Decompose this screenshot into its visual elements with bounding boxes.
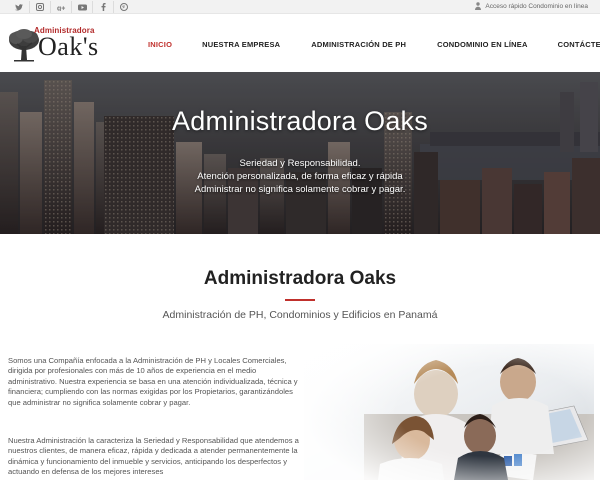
separator <box>92 1 93 13</box>
hero-line-3: Administrar no significa solamente cobra… <box>194 184 406 195</box>
intro-paragraph: Somos una Compañía enfocada a la Adminis… <box>8 356 298 407</box>
instagram-icon[interactable] <box>31 1 49 13</box>
nav-item-inicio[interactable]: INICIO <box>148 40 172 49</box>
hero-title: Administradora Oaks <box>172 106 428 136</box>
youtube-icon[interactable] <box>73 1 91 13</box>
separator <box>71 1 72 13</box>
team-meeting-photo <box>304 344 594 480</box>
hero-line-2: Atención personalizada, de forma eficaz … <box>197 171 403 182</box>
separator <box>29 1 30 13</box>
city-skyline-image <box>0 72 600 234</box>
separator <box>113 1 114 13</box>
main-nav: INICIO NUESTRA EMPRESA ADMINISTRACIÓN DE… <box>148 40 600 49</box>
nav-item-contactenos[interactable]: CONTÁCTENOS <box>558 40 600 49</box>
page-title: Administradora Oaks <box>203 268 397 289</box>
separator <box>50 1 51 13</box>
second-paragraph: Nuestra Administración la caracteriza la… <box>8 436 299 477</box>
social-links: g+ <box>10 1 133 13</box>
nav-item-administracion-ph[interactable]: ADMINISTRACIÓN DE PH <box>311 40 406 49</box>
page-subtitle: Administración de PH, Condominios y Edif… <box>162 309 438 321</box>
site-header: Administradora Oak's INICIO NUESTRA EMPR… <box>0 14 600 72</box>
svg-text:g+: g+ <box>57 5 65 11</box>
quick-access-label: Acceso rápido Condominio en línea <box>485 2 588 10</box>
logo-wordmark: Oak's <box>38 32 99 61</box>
user-icon <box>475 2 482 10</box>
title-divider <box>285 299 315 301</box>
google-plus-icon[interactable]: g+ <box>52 1 70 13</box>
top-bar: g+ Acceso rápido Condominio en línea <box>0 0 600 14</box>
logo[interactable]: Administradora Oak's <box>8 26 98 66</box>
hero-line-1: Seriedad y Responsabilidad. <box>239 158 361 169</box>
twitter-icon[interactable] <box>10 1 28 13</box>
pinterest-icon[interactable] <box>115 1 133 13</box>
hero-banner: Administradora Oaks Seriedad y Responsab… <box>0 72 600 234</box>
facebook-icon[interactable] <box>94 1 112 13</box>
nav-item-nuestra-empresa[interactable]: NUESTRA EMPRESA <box>202 40 280 49</box>
quick-access-link[interactable]: Acceso rápido Condominio en línea <box>475 2 588 10</box>
nav-item-condominio-en-linea[interactable]: CONDOMINIO EN LÍNEA <box>437 40 527 49</box>
